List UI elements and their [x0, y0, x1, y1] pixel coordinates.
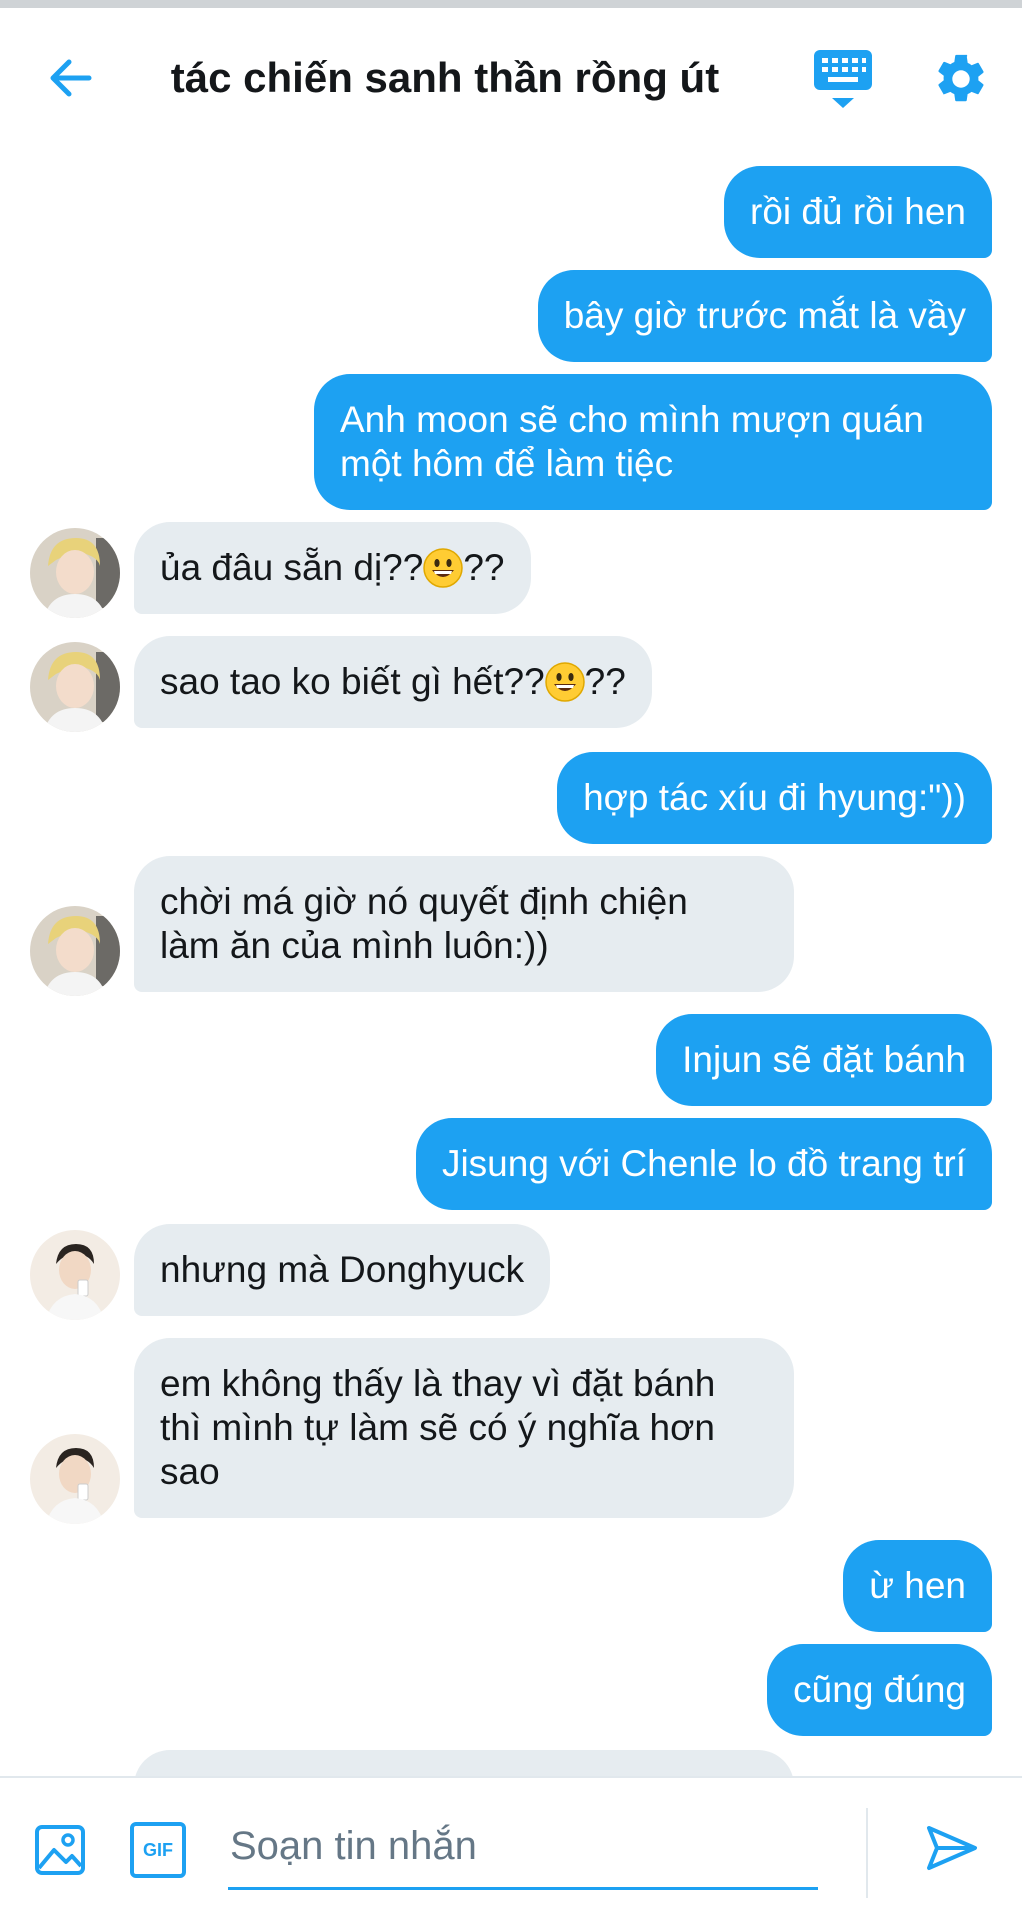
- message-bubble-sent[interactable]: ừ hen: [843, 1540, 992, 1632]
- message-text: cũng đúng: [793, 1669, 966, 1710]
- grinning-face-icon: [423, 548, 464, 588]
- avatar[interactable]: [30, 528, 120, 618]
- message-bubble-received[interactable]: em không thấy là thay vì đặt bánh thì mì…: [134, 1338, 794, 1518]
- message-text-line: em không thấy là thay vì đặt bánh: [160, 1363, 716, 1404]
- message-input[interactable]: [228, 1806, 818, 1890]
- message-text-line: một hôm để làm tiệc: [340, 443, 674, 484]
- message-bubble-received-partial[interactable]: [134, 1750, 794, 1776]
- message-bubble-received[interactable]: chời má giờ nó quyết định chiện làm ăn c…: [134, 856, 794, 992]
- message-text: ủa đâu sẵn dị??: [160, 547, 424, 588]
- message-bubble-sent[interactable]: hợp tác xíu đi hyung:")): [557, 752, 992, 844]
- conversation-header: tác chiến sanh thần rồng út: [0, 8, 1022, 144]
- avatar[interactable]: [30, 642, 120, 732]
- message-bubble-sent[interactable]: Anh moon sẽ cho mình mượn quán một hôm đ…: [314, 374, 992, 510]
- avatar[interactable]: [30, 906, 120, 996]
- keyboard-toggle-button[interactable]: [812, 48, 874, 112]
- message-text-line: làm ăn của mình luôn:)): [160, 925, 549, 966]
- send-icon: [927, 1826, 977, 1870]
- message-bubble-received[interactable]: sao tao ko biết gì hết????: [134, 636, 652, 728]
- message-bubble-received[interactable]: ủa đâu sẵn dị????: [134, 522, 531, 614]
- keyboard-icon: [814, 50, 872, 108]
- add-image-button[interactable]: [34, 1824, 86, 1876]
- message-text-line: sao: [160, 1451, 220, 1492]
- gif-label: GIF: [143, 1839, 173, 1860]
- back-button[interactable]: [40, 48, 100, 108]
- arrow-left-icon: [50, 59, 92, 97]
- message-bubble-sent[interactable]: rồi đủ rồi hen: [724, 166, 992, 258]
- message-text: Jisung với Chenle lo đồ trang trí: [441, 1143, 966, 1184]
- avatar[interactable]: [30, 1434, 120, 1524]
- message-text-line: thì mình tự làm sẽ có ý nghĩa hơn: [160, 1407, 715, 1448]
- message-bubble-sent[interactable]: cũng đúng: [767, 1644, 992, 1736]
- image-icon: [35, 1825, 85, 1875]
- message-bubble-received[interactable]: nhưng mà Donghyuck: [134, 1224, 551, 1316]
- conversation-title: tác chiến sanh thần rồng út: [170, 54, 720, 101]
- message-text-line: chời má giờ nó quyết định chiện: [160, 881, 688, 922]
- message-bubble-sent[interactable]: Injun sẽ đặt bánh: [656, 1014, 992, 1106]
- message-text: ừ hen: [869, 1565, 966, 1606]
- message-text: ??: [584, 661, 626, 702]
- composer-divider: [866, 1808, 868, 1898]
- message-bubble-sent[interactable]: Jisung với Chenle lo đồ trang trí: [415, 1118, 992, 1210]
- message-text: nhưng mà Donghyuck: [160, 1249, 525, 1290]
- gear-icon: [938, 54, 984, 102]
- message-list[interactable]: rồi đủ rồi hen bây giờ trước mắt là vầy …: [0, 144, 1022, 1776]
- message-text: hợp tác xíu đi hyung:")): [583, 777, 966, 818]
- message-text: rồi đủ rồi hen: [750, 191, 966, 232]
- message-bubble-sent[interactable]: bây giờ trước mắt là vầy: [537, 270, 992, 362]
- message-composer: GIF: [0, 1776, 1022, 1920]
- message-text: sao tao ko biết gì hết??: [160, 661, 545, 702]
- message-text-line: Anh moon sẽ cho mình mượn quán: [340, 399, 924, 440]
- add-gif-button[interactable]: GIF: [130, 1822, 186, 1878]
- message-text: Injun sẽ đặt bánh: [682, 1039, 966, 1080]
- message-text: bây giờ trước mắt là vầy: [563, 295, 966, 336]
- status-strip: [0, 0, 1022, 8]
- grinning-face-icon: [544, 662, 585, 702]
- avatar[interactable]: [30, 1230, 120, 1320]
- message-text: ??: [463, 547, 505, 588]
- send-button[interactable]: [924, 1820, 980, 1876]
- settings-button[interactable]: [932, 50, 990, 108]
